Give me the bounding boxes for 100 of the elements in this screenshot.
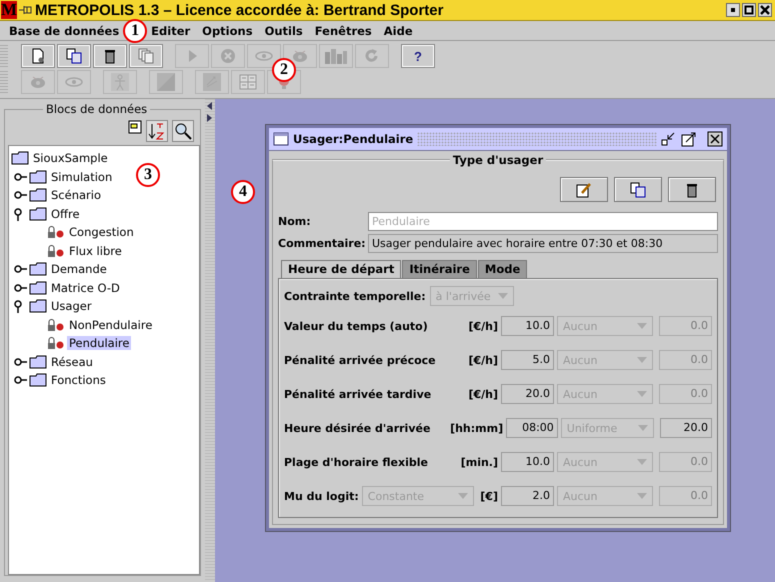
parameter-field[interactable]: 20.0 <box>660 418 712 438</box>
toolbar-grip[interactable] <box>0 71 8 93</box>
tree-item[interactable]: Réseau <box>49 354 95 369</box>
value-field[interactable]: 20.0 <box>501 384 554 404</box>
app-logo: M <box>1 1 17 19</box>
tab[interactable]: Heure de départ <box>281 260 402 278</box>
caret-icon <box>637 357 647 363</box>
redo-icon <box>364 48 380 64</box>
tree-item[interactable]: SiouxSample <box>31 151 110 166</box>
window-title: METROPOLIS 1.3 – Licence accordée à: Bertrand Sporter <box>35 2 444 18</box>
field-label: Plage d'horaire flexible <box>284 456 429 468</box>
field-label: Contrainte temporelle: <box>284 290 426 302</box>
menu-item[interactable]: Fenêtres <box>314 24 372 38</box>
field-label: Mu du logit: <box>284 490 359 502</box>
tree-item[interactable]: Matrice O-D <box>49 280 122 295</box>
copy-icon <box>66 48 82 64</box>
tree-item[interactable]: Congestion <box>67 225 136 240</box>
caret-icon <box>498 293 508 299</box>
minimize-button[interactable] <box>726 3 740 17</box>
swap-icon <box>203 73 221 91</box>
maximize-icon <box>744 5 754 15</box>
unit-label: [€/h] <box>467 388 498 400</box>
name-field[interactable]: Pendulaire <box>368 212 718 230</box>
documents-icon <box>138 48 154 64</box>
grid-icon <box>239 74 257 90</box>
tab[interactable]: Itinéraire <box>402 260 477 278</box>
field-label: Heure désirée d'arrivée <box>284 422 432 434</box>
close-icon[interactable] <box>707 131 723 147</box>
tree-item[interactable]: Flux libre <box>67 244 124 258</box>
minimize-icon[interactable] <box>661 131 677 147</box>
new-document-icon <box>30 48 46 64</box>
stop-icon <box>220 48 236 64</box>
value-field[interactable]: 10.0 <box>501 452 554 472</box>
menu-item[interactable]: Base de données <box>9 24 120 38</box>
collapse-left-icon[interactable] <box>207 102 213 110</box>
lock-icon <box>47 337 65 350</box>
unit-label: [min.] <box>460 456 498 468</box>
menu-item[interactable]: Outils <box>264 24 303 38</box>
field-label: Pénalité arrivée tardive <box>284 388 432 400</box>
close-button[interactable] <box>758 3 772 17</box>
maximize-icon[interactable] <box>681 131 697 147</box>
field-label: Valeur du temps (auto) <box>284 320 429 332</box>
value-field[interactable]: 5.0 <box>501 350 554 370</box>
panel-title: Blocs de données <box>43 102 150 116</box>
maximize-button[interactable] <box>742 3 756 17</box>
comment-label: Commentaire: <box>278 236 364 250</box>
caret-icon <box>637 391 647 397</box>
group-title: Type d'usager <box>450 153 546 167</box>
menu-item[interactable]: Editer <box>151 24 190 38</box>
edit-icon <box>576 182 592 198</box>
caret-icon <box>458 493 468 499</box>
callout-number: 1 <box>123 19 148 43</box>
sort-icon[interactable] <box>146 120 168 142</box>
eye-icon <box>29 74 47 90</box>
caret-icon <box>637 323 647 329</box>
pin-icon <box>19 5 33 15</box>
tree-item[interactable]: Demande <box>49 262 109 276</box>
value-field[interactable]: 10.0 <box>501 316 554 336</box>
unit-label: [€/h] <box>467 320 498 332</box>
bar-chart-icon <box>324 48 348 64</box>
toolbar-grip[interactable] <box>0 45 8 67</box>
value-field[interactable]: 08:00 <box>506 418 558 438</box>
tree-item[interactable]: Simulation <box>49 170 114 184</box>
caret-icon <box>638 425 648 431</box>
window-title: Usager:Pendulaire <box>293 132 414 146</box>
tree-item[interactable]: Usager <box>49 299 94 314</box>
tab[interactable]: Mode <box>478 260 528 278</box>
edit-button[interactable] <box>560 177 608 202</box>
unit-label: [€] <box>479 490 498 502</box>
expand-right-icon[interactable] <box>207 114 213 122</box>
copy-button[interactable] <box>614 177 662 202</box>
caret-icon <box>637 459 647 465</box>
unit-label: [€/h] <box>467 354 498 366</box>
help-button[interactable]: ? <box>402 45 434 67</box>
field-label: Pénalité arrivée précoce <box>284 354 437 366</box>
copy-icon <box>630 182 646 198</box>
close-icon <box>760 5 770 15</box>
trash-icon <box>684 182 700 198</box>
tree-item[interactable]: Pendulaire <box>67 336 132 350</box>
unit-label: [hh:mm] <box>450 422 504 434</box>
name-label: Nom: <box>278 214 312 228</box>
value-field[interactable]: 2.0 <box>501 486 554 506</box>
tree-item[interactable]: NonPendulaire <box>67 318 154 332</box>
delete-button[interactable] <box>668 177 716 202</box>
comment-field[interactable]: Usager pendulaire avec horaire entre 07:30 et 08:30 <box>368 234 718 252</box>
tree-item[interactable]: Fonctions <box>49 373 108 388</box>
trash-icon <box>102 48 118 64</box>
search-icon[interactable] <box>172 120 194 142</box>
tree-item[interactable]: Scénario <box>49 188 103 202</box>
menu-item[interactable]: Aide <box>384 24 413 38</box>
tree-item[interactable]: Offre <box>49 206 82 221</box>
menu-item[interactable]: Options <box>202 24 253 38</box>
lock-icon <box>47 318 65 331</box>
lock-icon <box>47 226 65 238</box>
caret-icon <box>637 493 647 499</box>
person-icon <box>111 73 129 91</box>
window-icon <box>273 132 289 146</box>
minimize-icon <box>728 5 738 15</box>
lock-icon <box>47 244 65 257</box>
eye-icon <box>291 48 309 64</box>
